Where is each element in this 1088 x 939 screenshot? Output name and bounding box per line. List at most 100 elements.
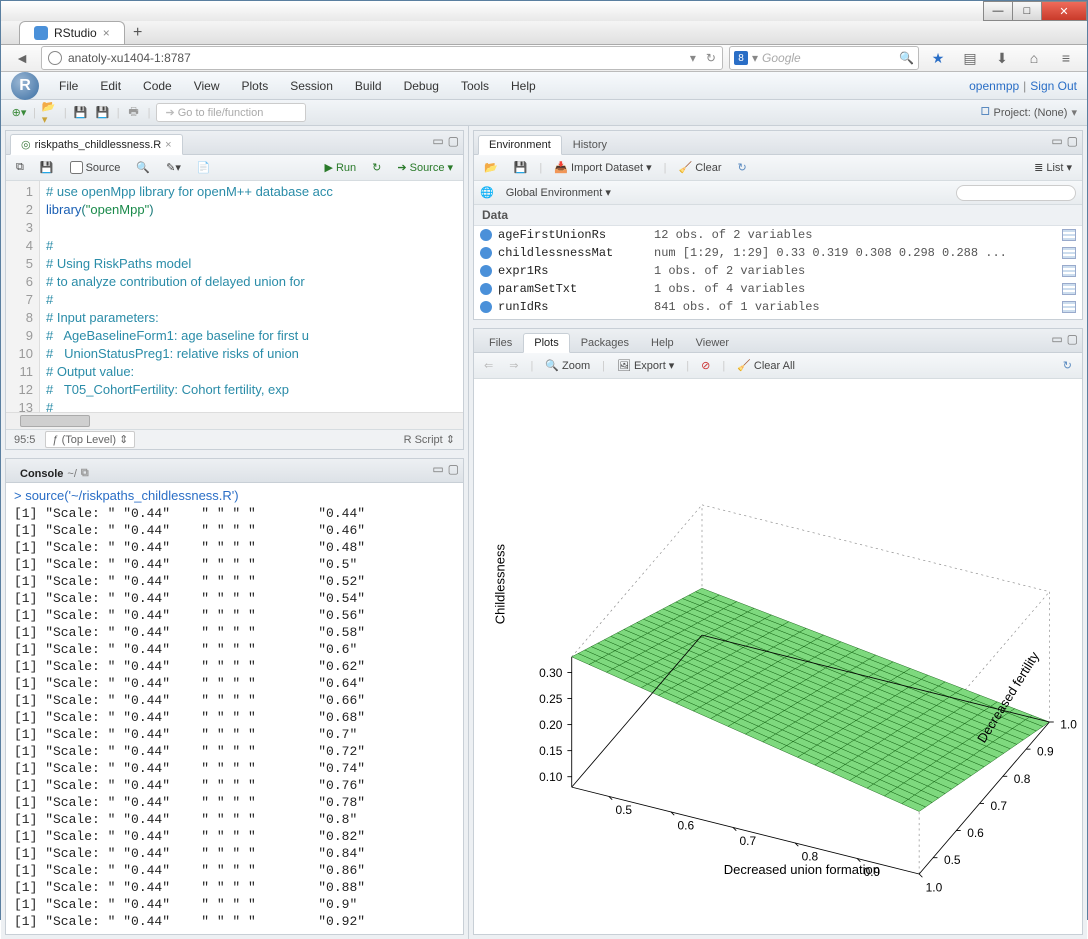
menu-view[interactable]: View <box>184 75 230 97</box>
env-row[interactable]: ageFirstUnionRs12 obs. of 2 variables <box>474 226 1082 244</box>
menu-button[interactable]: ≡ <box>1053 45 1079 71</box>
menu-session[interactable]: Session <box>280 75 343 97</box>
find-icon[interactable]: 🔍 <box>132 160 154 175</box>
save-all-icon[interactable]: 💾 <box>95 105 111 121</box>
pane-max-icon[interactable]: ▢ <box>448 134 459 148</box>
save-icon[interactable]: 💾 <box>73 105 89 121</box>
editor-hscroll[interactable] <box>6 412 463 429</box>
main-toolbar: ⊕▾ | 📂▾ | 💾 💾 | 🖶 | ➔ Go to file/functio… <box>1 100 1087 126</box>
menu-plots[interactable]: Plots <box>232 75 279 97</box>
env-row[interactable]: runIdRs841 obs. of 1 variables <box>474 298 1082 316</box>
env-scope-selector[interactable]: Global Environment▾ <box>502 185 615 200</box>
env-filter-input[interactable] <box>956 185 1076 201</box>
clear-env-button[interactable]: 🧹 Clear <box>675 160 726 175</box>
scope-selector[interactable]: ƒ (Top Level) ⇕ <box>45 431 135 448</box>
menu-code[interactable]: Code <box>133 75 182 97</box>
plot-tab-packages[interactable]: Packages <box>570 333 640 353</box>
menu-tools[interactable]: Tools <box>451 75 499 97</box>
plot-canvas: 0.50.60.70.80.91.00.50.60.70.80.91.00.10… <box>474 379 1082 934</box>
pane-collapse-icon[interactable]: ▭ <box>1051 134 1062 148</box>
new-tab-button[interactable]: + <box>125 22 151 44</box>
load-ws-icon[interactable]: 📂 <box>480 160 502 175</box>
remove-plot-icon[interactable]: ⊘ <box>697 358 714 373</box>
home-button[interactable]: ⌂ <box>1021 45 1047 71</box>
menu-file[interactable]: File <box>49 75 88 97</box>
refresh-plot-icon[interactable]: ↻ <box>1059 358 1076 373</box>
rstudio-favicon-icon <box>34 26 48 40</box>
env-view-toggle[interactable]: ≣ List▾ <box>1030 160 1076 175</box>
console-output[interactable]: > source('~/riskpaths_childlessness.R') … <box>6 483 463 934</box>
code-editor[interactable]: 1234567891011121314151617 # use openMpp … <box>6 181 463 412</box>
env-row[interactable]: expr1Rs1 obs. of 2 variables <box>474 262 1082 280</box>
env-tab-environment[interactable]: Environment <box>478 135 562 155</box>
plot-next-icon[interactable]: ⇒ <box>505 358 522 373</box>
surface-plot: 0.50.60.70.80.91.00.50.60.70.80.91.00.10… <box>474 418 1082 896</box>
tab-close-icon[interactable]: × <box>103 26 110 40</box>
search-field[interactable]: 8 ▾ Google 🔍 <box>729 46 919 70</box>
goto-file-input[interactable]: ➔ Go to file/function <box>156 103 306 122</box>
new-file-icon[interactable]: ⊕▾ <box>11 105 27 121</box>
wand-icon[interactable]: ✎▾ <box>162 160 185 175</box>
pane-max-icon[interactable]: ▢ <box>448 462 459 476</box>
minimize-button[interactable]: — <box>983 1 1013 21</box>
bookmark-button[interactable]: ★ <box>925 45 951 71</box>
search-icon[interactable]: 🔍 <box>899 51 914 65</box>
maximize-button[interactable]: □ <box>1012 1 1042 21</box>
view-grid-icon[interactable] <box>1062 283 1076 295</box>
menu-build[interactable]: Build <box>345 75 392 97</box>
export-button[interactable]: 🖼 Export▾ <box>613 358 678 373</box>
plot-prev-icon[interactable]: ⇐ <box>480 358 497 373</box>
console-tab[interactable]: Console ~/ ⧉ <box>10 464 99 483</box>
run-button[interactable]: ▶ Run <box>321 160 361 175</box>
rerun-icon[interactable]: ↻ <box>368 160 385 175</box>
browser-tab[interactable]: RStudio × <box>19 21 125 44</box>
globe-icon: 🌐 <box>480 186 494 199</box>
open-file-icon[interactable]: 📂▾ <box>42 105 58 121</box>
svg-text:Decreased union formation: Decreased union formation <box>724 862 880 877</box>
plot-tab-help[interactable]: Help <box>640 333 685 353</box>
close-button[interactable]: ✕ <box>1041 1 1087 21</box>
env-row[interactable]: paramSetTxt1 obs. of 4 variables <box>474 280 1082 298</box>
print-icon[interactable]: 🖶 <box>126 105 142 121</box>
url-field[interactable]: anatoly-xu1404-1:8787 ▾ ↻ <box>41 46 723 70</box>
view-grid-icon[interactable] <box>1062 229 1076 241</box>
rstudio-app: R FileEditCodeViewPlotsSessionBuildDebug… <box>1 72 1087 939</box>
back-button[interactable]: ◄ <box>9 45 35 71</box>
project-selector[interactable]: 🞐 Project: (None) ▾ <box>981 106 1077 119</box>
menu-debug[interactable]: Debug <box>394 75 449 97</box>
pane-max-icon[interactable]: ▢ <box>1067 134 1078 148</box>
svg-text:0.9: 0.9 <box>1037 744 1054 758</box>
refresh-env-icon[interactable]: ↻ <box>734 160 751 175</box>
svg-text:0.5: 0.5 <box>944 853 961 867</box>
source-on-save[interactable]: Source <box>66 160 125 175</box>
clear-all-button[interactable]: 🧹 Clear All <box>733 358 799 373</box>
view-grid-icon[interactable] <box>1062 301 1076 313</box>
popout-icon[interactable]: ⧉ <box>12 160 28 175</box>
save-source-icon[interactable]: 💾 <box>36 160 58 175</box>
pane-collapse-icon[interactable]: ▭ <box>432 462 443 476</box>
view-grid-icon[interactable] <box>1062 265 1076 277</box>
pane-max-icon[interactable]: ▢ <box>1067 332 1078 346</box>
console-popout-icon[interactable]: ⧉ <box>81 467 89 480</box>
pane-collapse-icon[interactable]: ▭ <box>432 134 443 148</box>
pane-collapse-icon[interactable]: ▭ <box>1051 332 1062 346</box>
save-ws-icon[interactable]: 💾 <box>510 160 532 175</box>
downloads-button[interactable]: ⬇ <box>989 45 1015 71</box>
zoom-button[interactable]: 🔍 Zoom <box>541 358 594 373</box>
source-tab[interactable]: ◎ riskpaths_childlessness.R × <box>10 134 183 155</box>
env-tab-history[interactable]: History <box>562 135 618 155</box>
library-button[interactable]: ▤ <box>957 45 983 71</box>
lang-selector[interactable]: R Script ⇕ <box>404 433 455 446</box>
compile-icon[interactable]: 📄 <box>193 160 215 175</box>
plot-tab-plots[interactable]: Plots <box>523 333 569 353</box>
env-row[interactable]: childlessnessMatnum [1:29, 1:29] 0.33 0.… <box>474 244 1082 262</box>
source-button[interactable]: ➔ Source ▾ <box>393 160 457 175</box>
menu-edit[interactable]: Edit <box>90 75 131 97</box>
menu-help[interactable]: Help <box>501 75 546 97</box>
plot-tab-files[interactable]: Files <box>478 333 523 353</box>
view-grid-icon[interactable] <box>1062 247 1076 259</box>
signout-link[interactable]: Sign Out <box>1030 79 1077 93</box>
close-tab-icon[interactable]: × <box>165 139 171 151</box>
plot-tab-viewer[interactable]: Viewer <box>685 333 740 353</box>
import-dataset-button[interactable]: 📥 Import Dataset▾ <box>550 160 655 175</box>
